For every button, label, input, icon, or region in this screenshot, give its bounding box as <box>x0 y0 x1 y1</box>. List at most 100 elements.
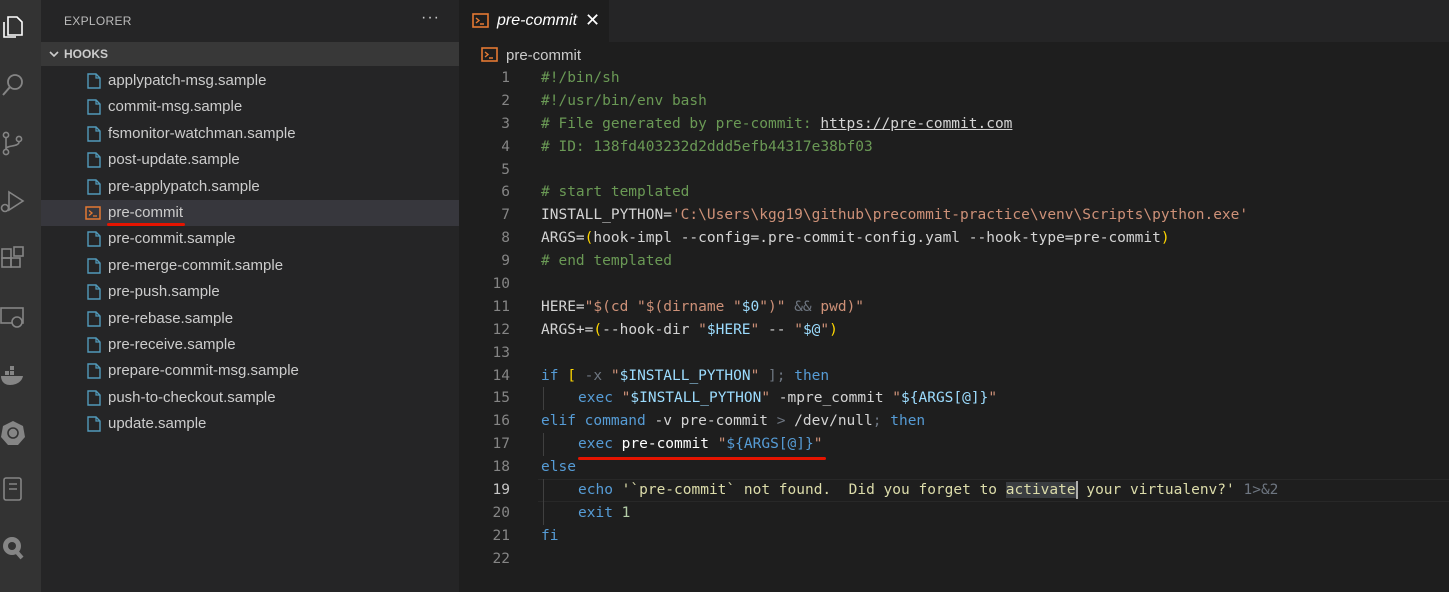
code-token: [ <box>558 367 585 384</box>
code-token: # end templated <box>541 253 672 270</box>
terminal-file-icon <box>85 206 101 220</box>
kubernetes-icon[interactable] <box>0 420 26 446</box>
file-name: pre-rebase.sample <box>108 309 234 327</box>
breadcrumb: pre-commit <box>459 42 1449 67</box>
code-token: ${ARGS[@]} <box>726 436 814 453</box>
section-header-hooks[interactable]: HOOKS <box>41 42 459 66</box>
file-tree-item[interactable]: pre-commit.sample <box>41 226 459 252</box>
code-line: 10 <box>459 273 1449 296</box>
code-token: -mpre_commit <box>770 390 893 407</box>
line-number: 18 <box>492 459 510 476</box>
line-number: 20 <box>492 504 510 521</box>
extensions-icon[interactable] <box>0 246 26 272</box>
file-tree-item[interactable]: update.sample <box>41 411 459 437</box>
line-number: 1 <box>501 70 510 86</box>
search-icon[interactable] <box>0 72 26 98</box>
indent-guide <box>543 501 544 525</box>
file-name: pre-push.sample <box>108 283 220 301</box>
code-token: activate <box>1005 482 1076 499</box>
file-name: pre-applypatch.sample <box>108 177 260 195</box>
file-tree-item[interactable]: push-to-checkout.sample <box>41 385 459 411</box>
code-token: else <box>541 459 576 476</box>
run-debug-icon[interactable] <box>0 188 26 214</box>
code-token: then <box>890 413 926 430</box>
line-number: 11 <box>492 298 510 315</box>
q-icon[interactable] <box>0 534 26 560</box>
code-token: " <box>794 321 803 338</box>
indent-guide <box>543 433 544 457</box>
file-tree-item[interactable]: post-update.sample <box>41 147 459 173</box>
line-number: 22 <box>492 550 510 567</box>
code-token: " <box>761 390 771 407</box>
code-token: --hook-dir <box>602 321 699 338</box>
code-token: -- <box>759 321 795 338</box>
code-token: -v pre-commit <box>645 413 777 430</box>
file-tree-item[interactable]: commit-msg.sample <box>41 94 459 120</box>
source-control-icon[interactable] <box>0 130 26 156</box>
file-tree-item[interactable]: pre-push.sample <box>41 279 459 305</box>
code-token: 'C:\Users\kgg19\github\precommit-practic… <box>671 207 1249 224</box>
file-name: prepare-commit-msg.sample <box>108 362 299 380</box>
file-tree-item[interactable]: pre-rebase.sample <box>41 306 459 332</box>
code-line: 9 # end templated <box>459 250 1449 273</box>
code-token: #!/bin/sh <box>541 70 620 86</box>
code-line: 11 HERE="$(cd "$(dirname "$0")" && pwd)" <box>459 296 1449 319</box>
line-number: 17 <box>492 436 510 453</box>
code-token: pwd)" <box>811 298 865 315</box>
explorer-title: EXPLORER <box>64 14 132 28</box>
line-number: 12 <box>492 321 510 338</box>
code-token: INSTALL_PYTHON= <box>541 207 672 224</box>
tab-pre-commit[interactable]: pre-commit ✕ <box>459 0 609 42</box>
file-tree-item[interactable]: fsmonitor-watchman.sample <box>41 121 459 147</box>
file-name: fsmonitor-watchman.sample <box>108 124 296 142</box>
code-token: 1>&2 <box>1234 482 1279 499</box>
code-editor[interactable]: 1 #!/bin/sh 2 #!/usr/bin/env bash 3 # File … <box>459 67 1449 571</box>
code-line: 7 INSTALL_PYTHON='C:\Users\kgg19\github\p… <box>459 204 1449 227</box>
notebook-icon[interactable] <box>0 476 26 502</box>
code-token: command <box>575 413 646 430</box>
code-token: 1 <box>612 504 631 521</box>
file-name: commit-msg.sample <box>108 98 243 116</box>
tab-bar: pre-commit ✕ <box>459 0 1449 42</box>
code-token: /dev/null <box>785 413 873 430</box>
file-icon <box>87 178 101 195</box>
code-token: -x <box>584 367 603 384</box>
file-name: update.sample <box>108 415 207 433</box>
code-token: then <box>794 367 830 384</box>
code-line: 21 fi <box>459 525 1449 548</box>
close-icon[interactable]: ✕ <box>585 10 600 31</box>
file-icon <box>87 258 101 274</box>
code-token: # start templated <box>541 184 690 201</box>
file-tree-item[interactable]: pre-commit <box>41 199 459 227</box>
code-token: exec <box>578 436 613 453</box>
file-tree-item[interactable]: prepare-commit-msg.sample <box>41 358 459 384</box>
line-number: 13 <box>492 344 510 361</box>
breadcrumb-item[interactable]: pre-commit <box>506 47 581 64</box>
code-token: "$(cd "$(dirname " <box>584 298 742 315</box>
line-number: 19 <box>492 482 510 499</box>
file-icon <box>87 416 101 432</box>
file-tree-item[interactable]: pre-merge-commit.sample <box>41 253 459 279</box>
file-icon <box>87 284 101 300</box>
file-tree-item[interactable]: pre-applypatch.sample <box>41 174 459 200</box>
more-actions-icon[interactable]: ··· <box>421 9 440 27</box>
docker-icon[interactable] <box>0 362 26 388</box>
line-number: 6 <box>501 184 510 201</box>
explorer-icon[interactable] <box>0 14 26 40</box>
code-line: 1 #!/bin/sh <box>459 67 1449 90</box>
remote-explorer-icon[interactable] <box>0 304 26 330</box>
file-name: post-update.sample <box>108 151 240 169</box>
file-icon <box>87 363 101 379</box>
explorer-header: EXPLORER ··· <box>41 0 459 42</box>
editor-area: pre-commit ✕ pre-commit 1 #!/bin/sh 2 #!/u… <box>459 0 1449 592</box>
file-tree-item[interactable]: pre-receive.sample <box>41 332 459 358</box>
code-token: fi <box>541 527 559 544</box>
file-tree-item[interactable]: applypatch-msg.sample <box>41 68 459 94</box>
code-token: if <box>541 367 559 384</box>
code-token: echo <box>578 482 613 499</box>
code-link[interactable]: https://pre-commit.com <box>820 116 1012 132</box>
code-token: ; <box>872 413 891 430</box>
code-token: " <box>612 390 631 407</box>
code-token: $INSTALL_PYTHON <box>619 367 751 384</box>
code-token: ( <box>593 321 603 338</box>
